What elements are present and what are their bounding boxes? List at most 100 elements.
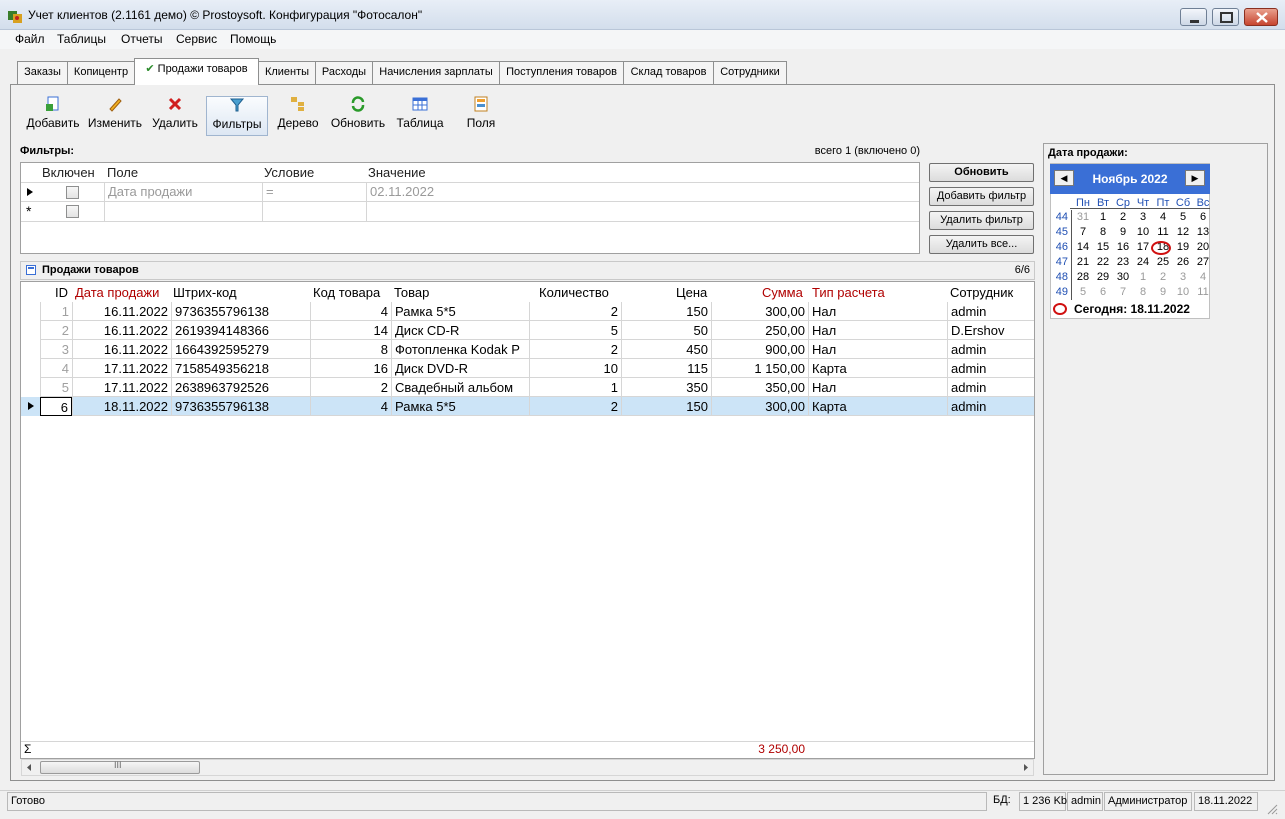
cell-product[interactable]: Фотопленка Kodak P [391,340,529,359]
cell-code[interactable]: 14 [310,321,391,340]
cell-date[interactable]: 16.11.2022 [72,340,171,359]
menu-service[interactable]: Сервис [176,32,217,46]
calendar-day[interactable]: 1 [1093,211,1113,223]
calendar-day[interactable]: 20 [1193,241,1213,253]
tab-stock[interactable]: Склад товаров [623,61,714,84]
calendar-day[interactable]: 12 [1173,226,1193,238]
menu-file[interactable]: Файл [15,32,45,46]
cell-price[interactable]: 450 [621,340,711,359]
cell-payment[interactable]: Нал [808,378,947,397]
col-header-employee[interactable]: Сотрудник [950,285,1013,300]
cell-product[interactable]: Рамка 5*5 [391,302,529,321]
calendar-day[interactable]: 1 [1133,271,1153,283]
calendar-day[interactable]: 26 [1173,256,1193,268]
calendar-day[interactable]: 28 [1073,271,1093,283]
menu-help[interactable]: Помощь [230,32,276,46]
cell-barcode[interactable]: 7158549356218 [171,359,310,378]
calendar-day[interactable]: 30 [1113,271,1133,283]
cell-sum[interactable]: 1 150,00 [711,359,808,378]
cell-product[interactable]: Свадебный альбом [391,378,529,397]
delete-button[interactable]: Удалить [149,96,201,134]
col-header-barcode[interactable]: Штрих-код [173,285,237,300]
calendar-day[interactable]: 16 [1113,241,1133,253]
filter-header-field[interactable]: Поле [107,165,138,180]
cell-sum[interactable]: 300,00 [711,302,808,321]
cell-employee[interactable]: admin [947,359,1034,378]
prev-month-button[interactable]: ◀ [1054,170,1074,186]
calendar-day[interactable]: 4 [1193,271,1213,283]
cell-price[interactable]: 50 [621,321,711,340]
calendar-day[interactable]: 29 [1093,271,1113,283]
cell-qty[interactable]: 2 [529,397,621,416]
scroll-left-icon[interactable] [25,763,33,772]
menu-reports[interactable]: Отчеты [121,32,162,46]
filter-new-condition-cell[interactable] [262,202,366,221]
calendar-day[interactable]: 5 [1073,286,1093,298]
tab-orders[interactable]: Заказы [17,61,68,84]
collapse-icon[interactable] [26,265,36,275]
filter-row[interactable]: Дата продажи = 02.11.2022 [21,182,919,202]
filter-new-checkbox[interactable] [66,205,79,218]
cell-code[interactable]: 2 [310,378,391,397]
calendar-day[interactable]: 11 [1193,286,1213,298]
calendar-day[interactable]: 22 [1093,256,1113,268]
menu-tables[interactable]: Таблицы [57,32,106,46]
cell-id[interactable]: 1 [40,302,72,321]
calendar-day[interactable]: 13 [1193,226,1213,238]
calendar-day[interactable]: 7 [1113,286,1133,298]
table-row[interactable]: 4 17.11.2022 7158549356218 16 Диск DVD-R 10 11… [21,359,1034,378]
calendar-day[interactable]: 14 [1073,241,1093,253]
scroll-right-icon[interactable] [1022,763,1030,772]
cell-qty[interactable]: 5 [529,321,621,340]
cell-payment[interactable]: Нал [808,321,947,340]
filter-new-row[interactable]: * [21,201,919,222]
cell-date[interactable]: 17.11.2022 [72,378,171,397]
cell-sum[interactable]: 900,00 [711,340,808,359]
today-link[interactable]: Сегодня: 18.11.2022 [1074,302,1190,316]
cell-id[interactable]: 3 [40,340,72,359]
cell-price[interactable]: 150 [621,302,711,321]
cell-barcode[interactable]: 9736355796138 [171,397,310,416]
calendar-day[interactable]: 27 [1193,256,1213,268]
calendar-day[interactable]: 4 [1153,211,1173,223]
cell-barcode[interactable]: 9736355796138 [171,302,310,321]
calendar-day[interactable]: 25 [1153,256,1173,268]
calendar-day[interactable]: 23 [1113,256,1133,268]
resize-grip-icon[interactable] [1266,803,1278,815]
cell-employee[interactable]: admin [947,378,1034,397]
col-header-sum[interactable]: Сумма [762,285,803,300]
calendar-day[interactable]: 21 [1073,256,1093,268]
filter-header-value[interactable]: Значение [368,165,426,180]
cell-payment[interactable]: Карта [808,397,947,416]
cell-payment[interactable]: Карта [808,359,947,378]
minimize-button[interactable] [1180,8,1207,26]
remove-filter-button[interactable]: Удалить фильтр [929,211,1034,230]
calendar-day[interactable]: 31 [1073,211,1093,223]
table-button[interactable]: Таблица [392,96,448,134]
table-row[interactable]: 1 16.11.2022 9736355796138 4 Рамка 5*5 2 150 30… [21,302,1034,321]
filters-button[interactable]: Фильтры [206,96,268,136]
col-header-code[interactable]: Код товара [313,285,380,300]
cell-price[interactable]: 115 [621,359,711,378]
tab-expenses[interactable]: Расходы [315,61,373,84]
calendar-month[interactable]: Ноябрь 2022 [1078,172,1182,186]
calendar-day[interactable]: 17 [1133,241,1153,253]
calendar-day[interactable]: 8 [1133,286,1153,298]
cell-payment[interactable]: Нал [808,340,947,359]
filter-new-value-cell[interactable] [366,202,919,221]
tab-salary[interactable]: Начисления зарплаты [372,61,500,84]
tab-product-sales[interactable]: ✔ Продажи товаров [134,58,259,85]
table-row[interactable]: 2 16.11.2022 2619394148366 14 Диск CD-R 5 50 25… [21,321,1034,340]
fields-button[interactable]: Поля [453,96,509,134]
cell-product[interactable]: Рамка 5*5 [391,397,529,416]
cell-id[interactable]: 5 [40,378,72,397]
cell-qty[interactable]: 2 [529,302,621,321]
filters-refresh-button[interactable]: Обновить [929,163,1034,182]
cell-qty[interactable]: 2 [529,340,621,359]
cell-code[interactable]: 4 [310,302,391,321]
cell-price[interactable]: 150 [621,397,711,416]
filter-value-cell[interactable]: 02.11.2022 [366,183,919,202]
calendar-day[interactable]: 11 [1153,226,1173,238]
table-row[interactable]: 5 17.11.2022 2638963792526 2 Свадебный альбо… [21,378,1034,397]
scroll-thumb[interactable]: III [40,760,200,774]
